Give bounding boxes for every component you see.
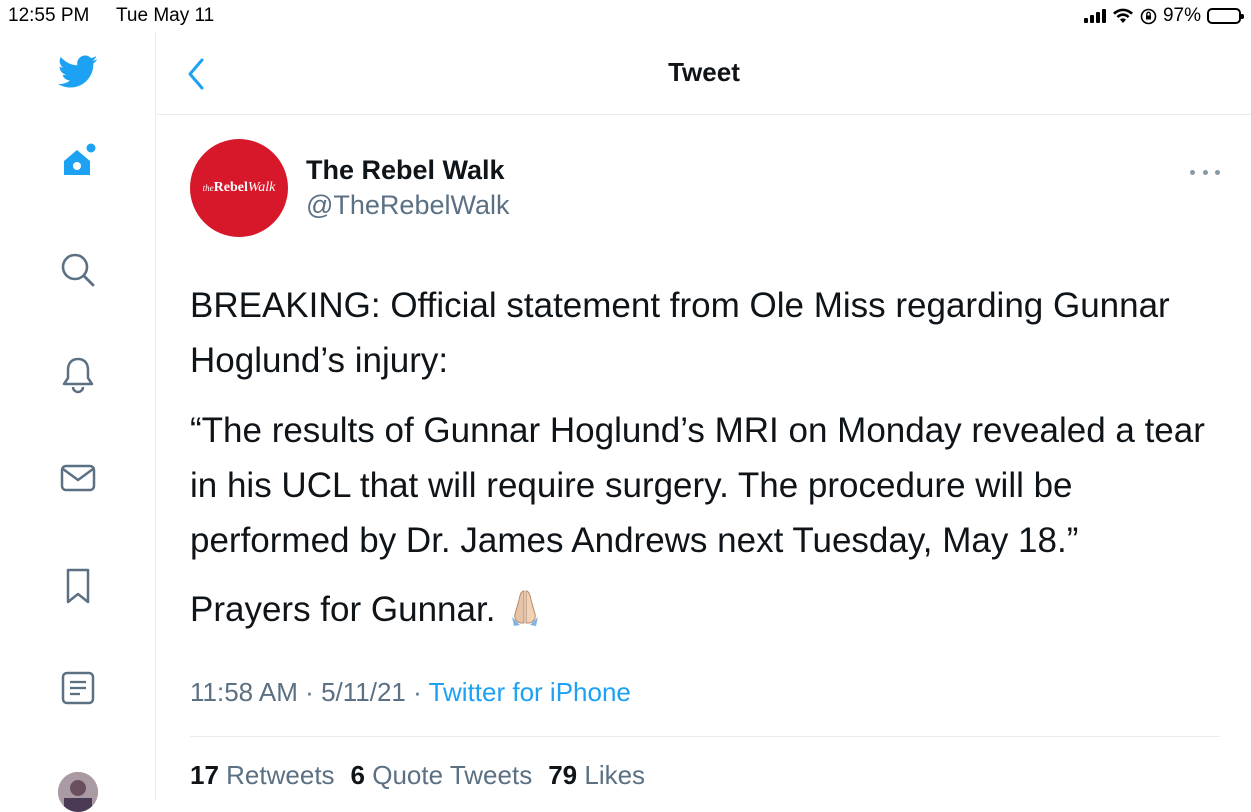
bookmark-icon[interactable] <box>58 566 98 606</box>
divider <box>190 736 1220 737</box>
tweet-paragraph: BREAKING: Official statement from Ole Mi… <box>190 286 1170 380</box>
tweet-meta: 11:58 AM · 5/11/21 · Twitter for iPhone <box>190 677 631 708</box>
status-indicators: 97% <box>1083 5 1244 27</box>
home-icon[interactable] <box>58 142 98 182</box>
author-name[interactable]: The Rebel Walk <box>306 155 505 186</box>
sidebar-nav <box>0 32 156 812</box>
tweet-source-link[interactable]: Twitter for iPhone <box>429 677 631 707</box>
folded-hands-emoji-icon <box>512 590 539 626</box>
status-time: 12:55 PM <box>8 5 90 26</box>
battery-percent: 97% <box>1162 5 1201 26</box>
notifications-bell-icon[interactable] <box>58 354 98 394</box>
twitter-logo-icon[interactable] <box>58 52 98 92</box>
author-handle[interactable]: @TheRebelWalk <box>306 190 509 221</box>
tweet-stats: 17 Retweets 6 Quote Tweets 79 Likes <box>190 760 645 791</box>
wifi-icon <box>1112 8 1133 23</box>
messages-envelope-icon[interactable] <box>58 458 98 498</box>
tweet-date: 5/11/21 <box>321 677 406 707</box>
search-icon[interactable] <box>58 250 98 290</box>
status-date: Tue May 11 <box>116 5 215 26</box>
tweet-header: Tweet <box>157 32 1251 115</box>
battery-icon <box>1207 8 1244 24</box>
likes-stat[interactable]: 79 Likes <box>548 760 645 791</box>
lists-icon[interactable] <box>58 668 98 708</box>
orientation-lock-icon <box>1140 8 1157 24</box>
more-options-icon[interactable] <box>1190 165 1220 179</box>
tweet-time: 11:58 AM <box>190 677 298 707</box>
meta-separator: · <box>305 677 314 707</box>
tweet-paragraph-text: Prayers for Gunnar. <box>190 590 496 629</box>
page-title: Tweet <box>668 57 740 87</box>
status-bar: 12:55 PM Tue May 11 97% <box>0 0 1251 32</box>
cellular-signal-icon <box>1083 9 1106 23</box>
tweet-paragraph: “The results of Gunnar Hoglund’s MRI on … <box>190 411 1205 560</box>
profile-avatar[interactable] <box>58 772 98 812</box>
tweet-paragraph-last: Prayers for Gunnar. <box>190 582 1220 637</box>
quote-tweets-stat[interactable]: 6 Quote Tweets <box>351 760 533 791</box>
retweets-stat[interactable]: 17 Retweets <box>190 760 335 791</box>
author-avatar[interactable]: theRebelWalk <box>190 139 288 237</box>
meta-separator: · <box>413 677 422 707</box>
avatar-logo: theRebelWalk <box>202 180 276 195</box>
